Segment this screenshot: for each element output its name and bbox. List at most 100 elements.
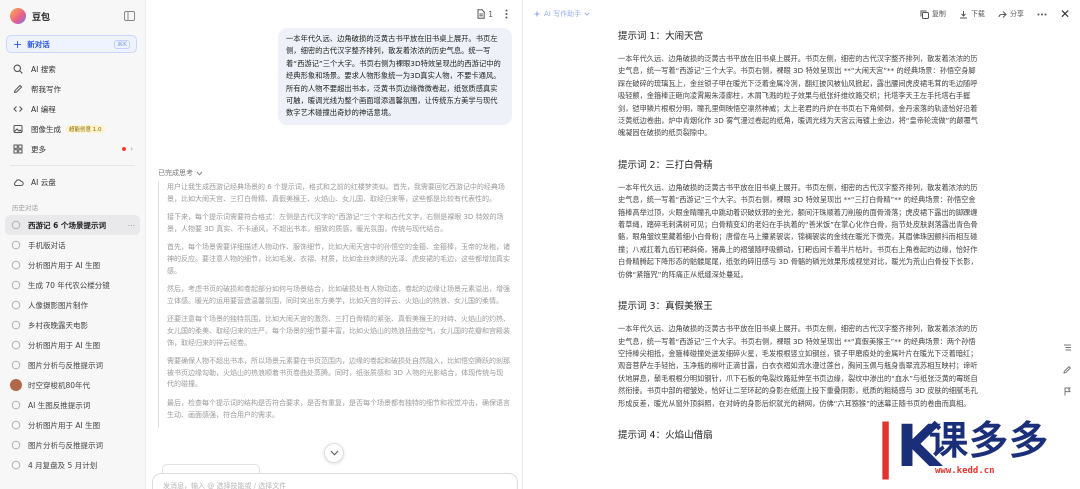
section-body: 一本年代久远、边角破损的泛黄古书平放在旧书桌上展开。书页左侧，细密的古代汉字整齐… [618,324,978,408]
writing-mode-selector[interactable]: AI 写作助手 [533,9,590,19]
app-name: 豆包 [32,12,51,23]
history-item[interactable]: 时空穿梭机80年代 [0,375,145,395]
thinking-toggle[interactable]: 已完成思考 [158,168,203,178]
section-heading: 提示词 3：真假美猴王 [618,301,713,313]
sidebar-item-image-gen[interactable]: 图像生成 超能创意 1.0 [0,119,145,139]
chat-bubble-icon [10,340,22,350]
history-section-title: 历史对话 [12,204,38,212]
sidebar-item-label: AI 云盘 [31,177,56,187]
section-heading: 提示词 1：大闹天宫 [618,31,704,42]
image-icon [12,124,24,134]
new-chat-label: 新对话 [27,39,50,49]
search-icon [12,64,24,74]
share-icon [998,10,1007,19]
sidebar-item-writing[interactable]: 帮我写作 [0,79,145,99]
watermark-text: 课多多 [929,419,1050,464]
sidebar-item-more[interactable]: 更多 › [0,139,145,159]
arrow-down-icon [330,450,339,456]
sparkle-icon [533,10,541,18]
history-item-label: 时空穿梭机80年代 [28,380,91,390]
thinking-paragraph: 接下来，每个提示词需要符合格式：左侧是古代汉字的“西游记”三个字和古代文字，右侧… [167,213,504,233]
history-item[interactable]: AI 生图反推提示词 [0,395,145,415]
sidebar-item-label: 帮我写作 [31,84,61,94]
chat-bubble-icon [10,300,22,310]
history-item[interactable]: 乡村夜晚露天电影 [0,315,145,335]
history-item-label: 乡村夜晚露天电影 [28,320,88,330]
chat-bubble-icon [10,360,22,370]
chat-bubble-icon [10,260,22,270]
chevron-down-icon [584,12,590,16]
sidebar-item-label: AI 编程 [31,104,56,114]
share-button[interactable]: 分享 [998,9,1024,19]
thinking-paragraph: 最后，检查每个提示词的结构是否符合要求，是否有重复，是否每个场景都有独特的细节和… [167,398,510,419]
chat-bubble-icon [10,220,22,230]
sidebar-item-cloud[interactable]: AI 云盘 [0,172,145,192]
collapse-sidebar-icon[interactable] [124,11,135,21]
pen-icon [12,84,24,94]
copy-button[interactable]: 复制 [920,9,946,19]
history-item[interactable]: 手机版对话 [0,235,145,255]
user-message-bubble: 一本年代久远、边角破损的泛黄古书平放在旧书桌上展开。书页左侧，细密的古代汉字整齐… [278,28,512,125]
notification-dot [122,147,127,151]
plus-icon: + [13,37,23,51]
history-item-label: 图片分析与反推提示词 [28,440,103,450]
chevron-down-icon [196,171,203,176]
history-item[interactable]: 分析图片用于 AI 生图 [0,335,145,355]
outline-icon[interactable] [1063,343,1072,352]
grid-icon [12,144,24,154]
avatar [10,379,22,391]
chat-bubble-icon [10,240,22,250]
document-content: 提示词 1：大闹天宫一本年代久远、边角破损的泛黄古书平放在旧书桌上展开。书页左侧… [618,28,982,452]
scroll-to-bottom-button[interactable] [324,443,344,463]
history-item-label: AI 生图反推提示词 [28,400,91,410]
history-item-label: 分析图片用于 AI 生图 [28,420,101,430]
watermark-logo: |K 课多多 www.kedd.cn [875,417,1075,485]
thinking-paragraph: 然后，考虑书页的破损和卷起部分如何与场景结合，比如破损处有人物动态，卷起的边缘让… [167,285,510,305]
history-item[interactable]: 图片分析与反推提示词 [0,435,145,455]
chat-bubble-icon [10,460,22,470]
section-heading: 提示词 2：三打白骨精 [618,159,713,171]
watermark-url: www.kedd.cn [935,466,995,476]
new-chat-button[interactable]: + 新对话 ⌘K [6,35,137,53]
chat-bubble-icon [10,280,22,290]
history-item-label: 生成 70 年代农公楼分镜 [28,280,110,290]
download-label: 下载 [970,10,985,18]
chat-bubble-icon [10,320,22,330]
history-item[interactable]: 图片分析与反推提示词 [0,355,145,375]
chat-toolbar: 1 [477,9,508,19]
history-item[interactable]: 分析图片用于 AI 生图 [0,415,145,435]
sidebar-item-coding[interactable]: AI 编程 [0,99,145,119]
thinking-paragraph: 还要注意每个场景的独特氛围，比如大闹天宫的激烈、三打白骨精的紧张、真假美猴王的对… [167,315,510,347]
chat-panel: 1 一本年代久远、边角破损的泛黄古书平放在旧书桌上展开。书页左侧，细密的古代汉字… [146,0,523,489]
flag-icon[interactable] [1063,387,1072,396]
history-item[interactable]: 人像摄影图片制作 [0,295,145,315]
more-options-icon[interactable]: ⋯ [128,221,136,230]
attached-docs-button[interactable]: 1 [477,9,493,19]
document-panel: AI 写作助手 复制 下载 分享 ✕ 提示词 1：大闹天宫一本年代久远、边角破损… [523,0,1080,489]
sidebar: 豆包 + 新对话 ⌘K AI 搜索 帮我写作 AI 编程 图像生成 超能创意 1… [0,0,146,489]
edit-icon[interactable] [1063,365,1072,374]
history-item-label: 4 月复盘及 5 月计划 [28,460,98,470]
share-label: 分享 [1009,10,1024,18]
sidebar-header: 豆包 [0,0,145,32]
more-options-icon[interactable] [1037,13,1047,16]
more-options-icon[interactable] [505,9,508,19]
sidebar-item-label: 更多 [31,144,46,154]
history-item[interactable]: 生成 70 年代农公楼分镜 [0,275,145,295]
history-item[interactable]: 西游记 6 个场景提示词 ⋯ [5,215,140,235]
history-list: 西游记 6 个场景提示词 ⋯ 手机版对话 分析图片用于 AI 生图 生成 70 年代农公… [0,215,145,475]
message-input[interactable]: 发消息，输入 @ 选择技能或 / 选择文件 [152,473,518,489]
sidebar-item-label: 图像生成 [31,124,61,134]
close-icon[interactable]: ✕ [1060,7,1070,21]
download-button[interactable]: 下载 [959,9,985,19]
code-icon [12,104,24,114]
section-body: 一本年代久远、边角破损的泛黄古书平放在旧书桌上展开。书页左侧，细密的古代汉字整齐… [618,182,978,279]
document-icon [477,9,485,19]
history-item[interactable]: 4 月复盘及 5 月计划 [0,455,145,475]
sidebar-item-label: AI 搜索 [31,64,56,74]
history-item-label: 西游记 6 个场景提示词 [28,220,106,230]
chevron-right-icon: › [130,145,133,153]
document-actions: 复制 下载 分享 ✕ [920,7,1070,21]
history-item[interactable]: 分析图片用于 AI 生图 [0,255,145,275]
sidebar-item-ai-search[interactable]: AI 搜索 [0,59,145,79]
